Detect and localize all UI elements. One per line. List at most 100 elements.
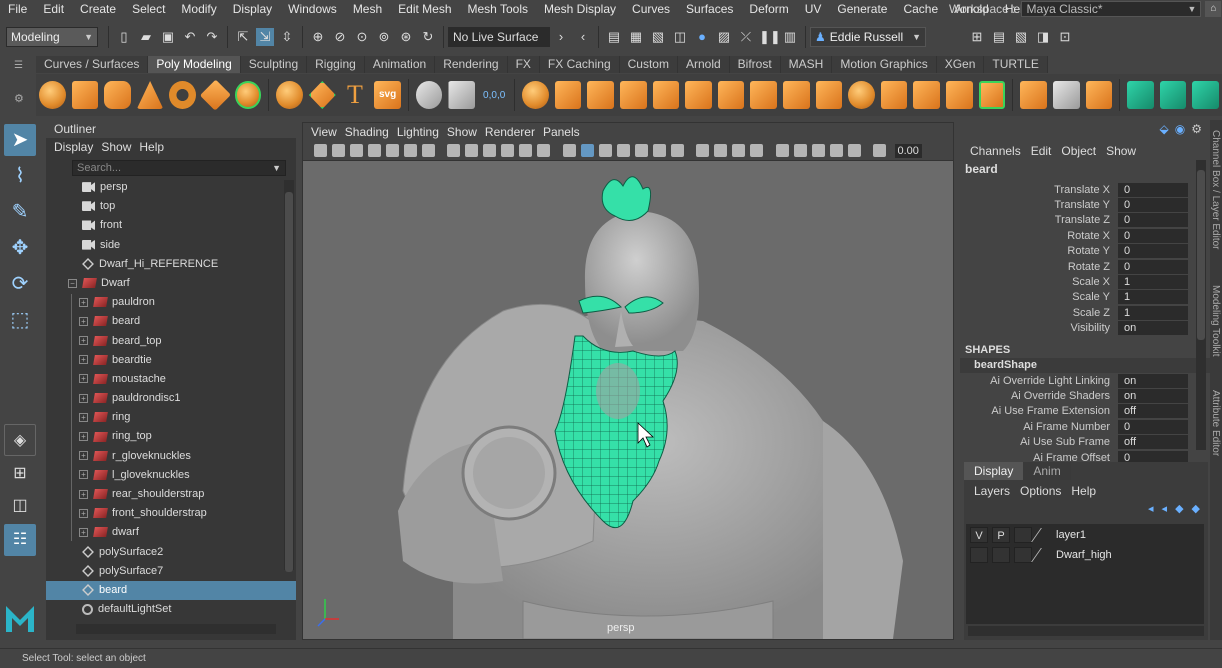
attribute-value[interactable]: 0	[1118, 419, 1188, 434]
grid-icon[interactable]	[447, 144, 460, 157]
menu-select[interactable]: Select	[124, 1, 173, 18]
menu-mesh[interactable]: Mesh	[345, 1, 390, 18]
poly-disc-icon[interactable]	[234, 81, 262, 109]
attribute-name[interactable]: Visibility	[960, 322, 1118, 334]
viewport-menu-show[interactable]: Show	[447, 125, 477, 139]
channel-box-icon[interactable]: ⬙	[1160, 122, 1169, 136]
expand-icon[interactable]: +	[79, 297, 88, 307]
isolate-select-icon[interactable]	[775, 144, 789, 157]
snap-surface-icon[interactable]: ⊛	[397, 28, 415, 46]
shelf-tab-custom[interactable]: Custom	[619, 56, 678, 73]
two-view-layout-icon[interactable]: ◫	[4, 492, 36, 520]
resolution-gate-icon[interactable]	[483, 144, 496, 157]
expand-icon[interactable]: +	[79, 432, 88, 442]
outliner-item[interactable]: + front_shoulderstrap	[46, 504, 296, 523]
scale-tool-icon[interactable]: ⬚	[4, 304, 36, 336]
render-view-icon[interactable]: ▦	[627, 28, 645, 46]
shelf-tab-turtle[interactable]: TURTLE	[984, 56, 1048, 73]
new-scene-icon[interactable]: ▯	[115, 28, 133, 46]
attribute-value[interactable]: 0	[1118, 228, 1188, 243]
attribute-value[interactable]: 0	[1118, 198, 1188, 213]
attribute-value[interactable]: 0	[1118, 182, 1188, 197]
object-name[interactable]: beard	[965, 162, 1210, 176]
pause-icon[interactable]: ❚❚	[759, 28, 781, 46]
viewport-menu-panels[interactable]: Panels	[543, 125, 580, 139]
outliner-item[interactable]: + beard	[46, 312, 296, 331]
expand-icon[interactable]: +	[79, 451, 88, 461]
hypershade-icon[interactable]: ●	[693, 28, 711, 46]
rotate-tool-icon[interactable]: ⟳	[4, 268, 36, 300]
modeling-toolkit-icon[interactable]: ⊞	[968, 28, 986, 46]
outliner-item[interactable]: + pauldrondisc1	[46, 389, 296, 408]
attribute-name[interactable]: Translate Y	[960, 199, 1118, 211]
outliner-item[interactable]: Dwarf_Hi_REFERENCE	[46, 255, 296, 274]
attribute-name[interactable]: Scale Z	[960, 307, 1118, 319]
lasso-tool-icon[interactable]: ⌇	[4, 160, 36, 192]
outliner-menu-help[interactable]: Help	[139, 140, 164, 154]
attribute-name[interactable]: Ai Use Frame Extension	[960, 405, 1118, 417]
layer-row[interactable]: V Player1	[966, 525, 1204, 544]
shelf-tab-arnold[interactable]: Arnold	[677, 56, 730, 73]
outliner-item[interactable]: + beard_top	[46, 332, 296, 351]
outliner-item[interactable]: + pauldron	[46, 293, 296, 312]
quad-draw-icon[interactable]	[1085, 81, 1113, 109]
automatic-map-icon[interactable]	[1192, 81, 1219, 109]
new-layer-from-selection-icon[interactable]: ◆	[1192, 502, 1200, 515]
shelf-tab-fx-caching[interactable]: FX Caching	[539, 56, 620, 73]
layer-color-swatch[interactable]	[1031, 547, 1053, 562]
attribute-editor-icon[interactable]: ▤	[990, 28, 1008, 46]
film-gate-icon[interactable]	[465, 144, 478, 157]
menu-mesh-tools[interactable]: Mesh Tools	[460, 1, 536, 18]
outliner-item[interactable]: front	[46, 216, 296, 235]
side-tab-1[interactable]: Modeling Toolkit	[1210, 285, 1221, 357]
menu-curves[interactable]: Curves	[624, 1, 678, 18]
layer-playback-toggle[interactable]	[992, 546, 1010, 563]
shadows-icon[interactable]	[652, 144, 666, 157]
wedge-icon[interactable]	[913, 81, 940, 109]
select-tool-icon[interactable]: ➤	[4, 124, 36, 156]
channel-menu-object[interactable]: Object	[1061, 144, 1096, 158]
expand-icon[interactable]: +	[79, 316, 88, 326]
outliner-item[interactable]: + rear_shoulderstrap	[46, 485, 296, 504]
channel-box-icon[interactable]: ◨	[1034, 28, 1052, 46]
history-icon[interactable]: ‹	[574, 28, 592, 46]
move-tool-icon[interactable]: ✥	[4, 232, 36, 264]
side-tab-2[interactable]: Attribute Editor	[1210, 390, 1221, 456]
mirror-icon[interactable]	[685, 81, 712, 109]
smooth-icon[interactable]	[587, 81, 615, 109]
outliner-layout-icon[interactable]: ☷	[4, 524, 36, 556]
grease-pencil-icon[interactable]	[403, 144, 417, 157]
motion-blur-icon[interactable]	[714, 144, 727, 157]
channel-box-scrollbar[interactable]	[1196, 160, 1206, 450]
layer-visibility-toggle[interactable]: V	[970, 526, 988, 543]
collapse-icon[interactable]: −	[68, 278, 77, 288]
attribute-value[interactable]: 1	[1118, 305, 1188, 320]
attribute-name[interactable]: Scale Y	[960, 291, 1118, 303]
attribute-name[interactable]: Translate Z	[960, 214, 1118, 226]
attribute-name[interactable]: Ai Override Shaders	[960, 390, 1118, 402]
move-layer-up-icon[interactable]: ◂	[1148, 502, 1154, 515]
expand-icon[interactable]: +	[79, 355, 88, 365]
camera-select-icon[interactable]	[313, 144, 327, 157]
attribute-value[interactable]: 1	[1118, 275, 1188, 290]
outliner-item[interactable]: − Dwarf	[46, 274, 296, 293]
xray-joints-icon[interactable]	[793, 144, 807, 157]
layer-color-swatch[interactable]	[1031, 527, 1053, 542]
shelf-tab-rigging[interactable]: Rigging	[307, 56, 365, 73]
outliner-icon[interactable]: ⊡	[1056, 28, 1074, 46]
attribute-value[interactable]: on	[1118, 373, 1188, 388]
menu-modify[interactable]: Modify	[173, 1, 224, 18]
select-hierarchy-icon[interactable]: ⇱	[234, 28, 252, 46]
exposure-icon[interactable]	[873, 144, 886, 157]
image-plane-icon[interactable]	[367, 144, 381, 157]
separate-icon[interactable]	[554, 81, 582, 109]
poly-cylinder-icon[interactable]	[104, 81, 131, 109]
viewport-menu-shading[interactable]: Shading	[345, 125, 389, 139]
layer-row[interactable]: Dwarf_high	[966, 545, 1204, 564]
shelf-settings-icon[interactable]: ⚙	[14, 92, 24, 105]
smooth-shade-icon[interactable]	[580, 144, 594, 157]
layer-tab-display[interactable]: Display	[964, 462, 1024, 480]
snap-view-icon[interactable]: ⊚	[375, 28, 393, 46]
layer-display-type-toggle[interactable]	[1014, 546, 1032, 563]
layer-name[interactable]: Dwarf_high	[1056, 549, 1112, 561]
